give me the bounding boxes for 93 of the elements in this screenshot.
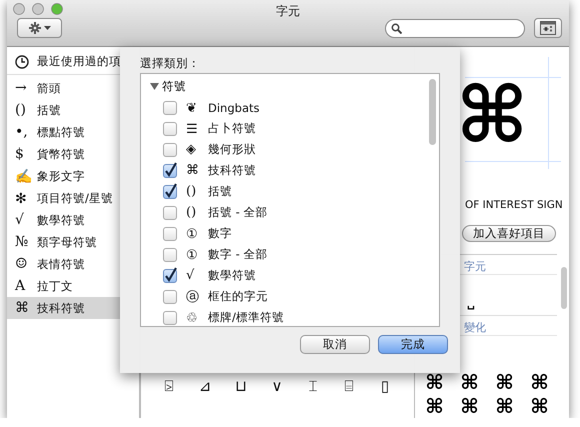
glyph-icon: ❦ <box>186 100 208 116</box>
character-cell[interactable]: ⍄ <box>151 373 187 399</box>
zoom-button[interactable] <box>51 3 63 15</box>
category-label: 幾何形狀 <box>208 142 256 157</box>
character-cell[interactable]: ⌸ <box>331 373 367 399</box>
category-label: 數學符號 <box>208 268 256 283</box>
checkbox[interactable] <box>163 142 177 156</box>
character-cell[interactable]: ∨ <box>259 373 295 399</box>
character-cell[interactable]: ⌘ <box>495 394 514 418</box>
search-field[interactable] <box>385 18 525 38</box>
glyph-icon: ♲ <box>186 310 208 326</box>
category-label: 框住的字元 <box>208 289 268 304</box>
window-title: 字元 <box>276 3 300 18</box>
checkbox[interactable] <box>163 226 177 240</box>
glyph-icon: ① <box>186 226 208 242</box>
checkbox[interactable] <box>163 248 177 262</box>
glyph-icon: ☺ <box>15 256 37 272</box>
character-cell[interactable]: ⌘ <box>460 370 479 394</box>
glyph-icon: A <box>15 278 37 294</box>
category-label: 括號 - 全部 <box>208 205 268 220</box>
glyph-icon: № <box>15 234 37 250</box>
character-cell[interactable]: ⌶ <box>295 373 331 399</box>
glyph-icon: √ <box>15 212 37 228</box>
sidebar-item[interactable]: ⌘ 技科符號 <box>7 297 120 319</box>
sidebar-item[interactable]: $ 貨幣符號 <box>7 143 120 165</box>
glyph-icon: ✍ <box>15 168 37 184</box>
category-label: 數字 <box>208 226 232 241</box>
glyph-icon: √ <box>186 268 208 283</box>
sidebar-item[interactable]: → 箭頭 <box>7 77 120 99</box>
glyph-icon: ⓐ <box>186 288 208 306</box>
glyph-icon: () <box>186 205 208 220</box>
character-cell[interactable]: ⊔ <box>223 373 259 399</box>
glyph-icon: ✻ <box>15 190 37 206</box>
category-label: 數字 - 全部 <box>208 247 268 262</box>
character-palette-button[interactable] <box>534 18 562 38</box>
character-cell[interactable]: ␣ <box>467 297 475 310</box>
minimize-button[interactable] <box>32 3 44 15</box>
checkbox[interactable] <box>163 206 177 220</box>
category-label: 占卜符號 <box>208 121 256 136</box>
category-label: 技科符號 <box>208 163 256 178</box>
disclosure-triangle-icon[interactable] <box>149 81 160 92</box>
glyph-icon: ① <box>186 246 208 262</box>
glyph-icon: () <box>15 102 37 118</box>
sidebar-item[interactable]: ☺ 表情符號 <box>7 253 120 275</box>
scrollbar[interactable] <box>429 79 436 145</box>
character-cell[interactable]: ⊿ <box>187 373 223 399</box>
checkbox[interactable] <box>163 184 177 198</box>
character-cell[interactable]: ⌘ <box>530 394 549 418</box>
clock-icon <box>15 54 29 68</box>
sidebar-item[interactable]: ✻ 項目符號/星號 <box>7 187 120 209</box>
character-cell[interactable]: ⌘ <box>425 394 444 418</box>
action-menu-button[interactable] <box>17 18 62 38</box>
done-button[interactable]: 完成 <box>378 335 448 354</box>
glyph-icon: () <box>186 184 208 199</box>
checkbox[interactable] <box>163 100 177 114</box>
glyph-icon: ☰ <box>186 120 208 136</box>
character-cell[interactable]: ▯ <box>367 373 403 399</box>
glyph-icon: ◈ <box>186 142 208 157</box>
character-name: OF INTEREST SIGN <box>464 199 564 213</box>
checkbox[interactable] <box>163 268 177 282</box>
glyph-icon: $ <box>15 146 37 162</box>
group-label: 符號 <box>162 79 186 94</box>
sidebar-item[interactable]: √ 數學符號 <box>7 209 120 231</box>
sheet-title: 選擇類別： <box>140 56 201 72</box>
category-label: Dingbats <box>208 100 260 114</box>
close-button[interactable] <box>13 3 25 15</box>
sidebar-item[interactable]: ✍ 象形文字 <box>7 165 120 187</box>
add-favorite-button[interactable]: 加入喜好項目 <box>462 225 556 242</box>
checkbox[interactable] <box>163 310 177 324</box>
checkbox[interactable] <box>163 164 177 178</box>
sidebar-item[interactable]: () 括號 <box>7 99 120 121</box>
glyph-icon: ⌘ <box>186 163 208 178</box>
character-cell[interactable]: ⌘ <box>425 370 444 394</box>
sidebar-item[interactable]: •, 標點符號 <box>7 121 120 143</box>
character-cell[interactable]: ⌘ <box>460 394 479 418</box>
keyboard-grid-icon <box>540 21 556 35</box>
sidebar-item[interactable]: № 類字母符號 <box>7 231 120 253</box>
sidebar-item[interactable]: A 拉丁文 <box>7 275 120 297</box>
cancel-button[interactable]: 取消 <box>300 335 370 354</box>
gear-icon <box>28 22 40 34</box>
glyph-icon: •, <box>15 124 37 140</box>
checkbox[interactable] <box>163 290 177 304</box>
search-icon <box>391 22 402 34</box>
character-cell[interactable]: ⌘ <box>495 370 514 394</box>
checkbox[interactable] <box>163 122 177 136</box>
character-preview: ⌘ <box>456 77 528 155</box>
caret-icon <box>44 26 50 30</box>
glyph-icon: → <box>15 80 37 96</box>
glyph-icon: ⌘ <box>15 300 37 316</box>
scrollbar[interactable] <box>561 267 567 309</box>
category-label: 括號 <box>208 184 232 199</box>
character-cell[interactable]: ⌘ <box>530 370 549 394</box>
category-label: 標牌/標準符號 <box>208 310 284 325</box>
